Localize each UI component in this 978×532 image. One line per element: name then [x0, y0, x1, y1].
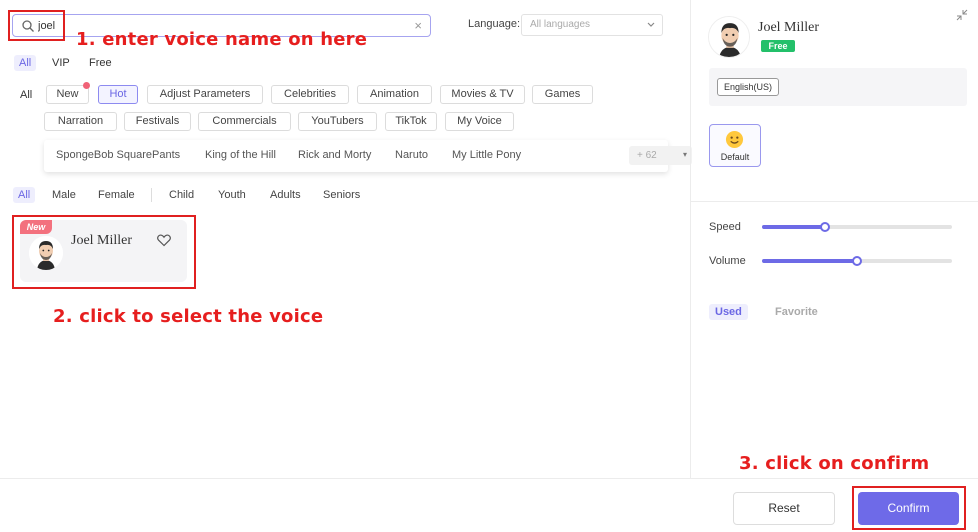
category-label: My Voice	[457, 115, 502, 127]
free-badge: Free	[761, 40, 795, 52]
new-dot-indicator	[83, 82, 90, 89]
category-label: YouTubers	[311, 115, 364, 127]
subcategory-panel: SpongeBob SquarePants King of the Hill R…	[44, 140, 692, 172]
avatar	[708, 16, 750, 58]
style-default[interactable]: Default	[709, 124, 761, 167]
tier-all[interactable]: All	[14, 55, 37, 71]
category-label: Hot	[109, 88, 127, 100]
more-count: + 62	[637, 150, 657, 161]
annotation-step-2: 2. click to select the voice	[53, 306, 324, 327]
speed-slider-fill	[762, 225, 825, 229]
language-select[interactable]: All languages	[521, 14, 663, 36]
dialog-footer: Reset Confirm	[0, 478, 978, 532]
language-select-value: All languages	[530, 19, 591, 30]
category-label: Animation	[370, 88, 419, 100]
category-all[interactable]: All	[20, 89, 32, 101]
category-label: Games	[544, 88, 581, 100]
category-label: Adjust Parameters	[159, 88, 251, 100]
selected-voice-name: Joel Miller	[758, 20, 820, 35]
filter-child[interactable]: Child	[169, 189, 194, 201]
category-new[interactable]: New	[46, 85, 89, 104]
filter-seniors[interactable]: Seniors	[323, 189, 360, 201]
category-label: Festivals	[135, 115, 180, 127]
subcategory-my-little-pony[interactable]: My Little Pony	[452, 149, 521, 161]
language-tags: English(US)	[709, 68, 967, 106]
tab-used[interactable]: Used	[709, 304, 748, 320]
tier-free[interactable]: Free	[89, 57, 112, 69]
filter-youth[interactable]: Youth	[218, 189, 246, 201]
filter-all[interactable]: All	[13, 187, 36, 203]
style-label: Default	[720, 152, 750, 162]
volume-label: Volume	[709, 255, 746, 267]
filter-adults[interactable]: Adults	[270, 189, 301, 201]
category-movies-tv[interactable]: Movies & TV	[440, 85, 525, 104]
category-commercials[interactable]: Commercials	[198, 112, 291, 131]
subcategory-spongebob[interactable]: SpongeBob SquarePants	[56, 149, 180, 161]
category-label: Commercials	[212, 115, 277, 127]
language-tag[interactable]: English(US)	[717, 78, 780, 96]
category-hot[interactable]: Hot	[98, 85, 138, 104]
collapse-icon[interactable]	[956, 9, 968, 21]
filter-divider	[151, 188, 152, 202]
language-label: Language:	[468, 18, 520, 30]
category-narration[interactable]: Narration	[44, 112, 117, 131]
speed-slider-handle[interactable]	[819, 222, 830, 232]
annotation-step-3: 3. click on confirm	[739, 453, 930, 474]
subcategory-naruto[interactable]: Naruto	[395, 149, 428, 161]
category-label: Celebrities	[284, 88, 336, 100]
voice-selector-dialog: × 1. enter voice name on here Language: …	[0, 0, 978, 532]
annotation-highlight-confirm	[852, 486, 966, 530]
volume-slider[interactable]	[762, 256, 952, 266]
category-tiktok[interactable]: TikTok	[385, 112, 437, 131]
smile-emoji-icon	[725, 130, 744, 149]
category-label: Movies & TV	[451, 88, 514, 100]
volume-slider-handle[interactable]	[852, 256, 862, 266]
reset-button[interactable]: Reset	[733, 492, 835, 525]
category-adjust-parameters[interactable]: Adjust Parameters	[147, 85, 263, 104]
voice-library-panel: × 1. enter voice name on here Language: …	[0, 0, 692, 478]
category-games[interactable]: Games	[532, 85, 593, 104]
filter-female[interactable]: Female	[98, 189, 135, 201]
annotation-highlight-voice-card	[12, 215, 196, 289]
category-celebrities[interactable]: Celebrities	[271, 85, 349, 104]
tab-favorite[interactable]: Favorite	[775, 306, 818, 318]
annotation-highlight-search	[8, 10, 65, 41]
subcategory-king-of-the-hill[interactable]: King of the Hill	[205, 149, 276, 161]
category-my-voice[interactable]: My Voice	[445, 112, 514, 131]
filter-male[interactable]: Male	[52, 189, 76, 201]
category-youtubers[interactable]: YouTubers	[298, 112, 377, 131]
volume-slider-fill	[762, 259, 857, 263]
subcategory-rick-and-morty[interactable]: Rick and Morty	[298, 149, 371, 161]
category-festivals[interactable]: Festivals	[124, 112, 191, 131]
speed-label: Speed	[709, 221, 741, 233]
chevron-down-icon	[647, 22, 655, 27]
annotation-step-1: 1. enter voice name on here	[76, 29, 368, 50]
speed-slider[interactable]	[762, 222, 952, 232]
category-label: Narration	[57, 115, 104, 127]
category-label: TikTok	[395, 115, 427, 127]
category-animation[interactable]: Animation	[357, 85, 432, 104]
divider	[691, 201, 978, 202]
category-label: New	[56, 88, 79, 100]
more-subcategories-dropdown[interactable]: + 62 ▾	[629, 146, 692, 165]
clear-search-icon[interactable]: ×	[414, 18, 422, 33]
caret-down-icon: ▾	[682, 150, 687, 159]
voice-detail-panel: Joel Miller Free English(US) Default Spe…	[690, 0, 978, 478]
tier-vip[interactable]: VIP	[52, 57, 70, 69]
